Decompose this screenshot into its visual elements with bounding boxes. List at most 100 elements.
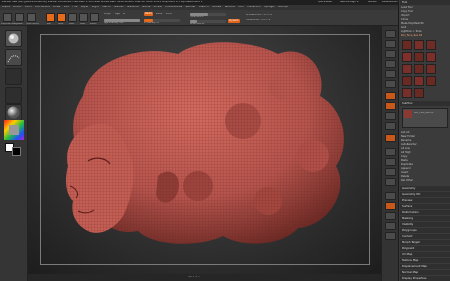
menu-material[interactable]: Material [127, 6, 139, 8]
canvas-viewport[interactable] [28, 26, 381, 274]
menu-stencil[interactable]: Stencil [199, 6, 209, 8]
subtool-section[interactable]: SubTool [400, 101, 450, 106]
edit-button[interactable] [46, 13, 55, 22]
uv-map-section[interactable]: UV Map [400, 252, 450, 257]
menu-tool[interactable]: Tool [238, 6, 244, 8]
geometry-hd-section[interactable]: Geometry HD [400, 192, 450, 197]
solo-button[interactable] [385, 222, 396, 230]
mrgb-toggle[interactable]: Mrgb [104, 13, 113, 16]
bpr-button[interactable] [385, 30, 396, 38]
menu-transform[interactable]: Transform [247, 6, 261, 8]
local-button[interactable] [385, 112, 396, 120]
subtool-list[interactable]: Kiki_Face_Res 48 [402, 108, 448, 128]
contact-section[interactable]: Contact [400, 234, 450, 239]
actual-button[interactable] [385, 70, 396, 78]
quick-sketch-button[interactable] [27, 13, 36, 22]
material-icon[interactable] [5, 104, 22, 121]
texture-icon[interactable] [5, 87, 22, 104]
menu-macro[interactable]: Macro [102, 6, 111, 8]
draw-button[interactable] [57, 13, 66, 22]
frame-button[interactable] [385, 148, 396, 156]
deformation-section[interactable]: Deformation [400, 210, 450, 215]
menu-zscript[interactable]: Zscript [278, 6, 288, 8]
menu-layer[interactable]: Layer [81, 6, 89, 8]
move-button[interactable] [68, 13, 77, 22]
menu-color[interactable]: Color [25, 6, 33, 8]
menu-picker[interactable]: Picker [154, 6, 163, 8]
tool-thumb-14[interactable] [414, 88, 424, 98]
aahalf-button[interactable] [385, 80, 396, 88]
displacement-map-section[interactable]: Displacement Map [400, 264, 450, 269]
tool-thumb-6[interactable] [426, 52, 436, 62]
secondary-color-swatch[interactable] [12, 147, 21, 156]
tool-thumb-5[interactable] [414, 52, 424, 62]
tool-palette-header[interactable]: Tool [400, 0, 450, 5]
floor-button[interactable] [385, 102, 396, 110]
menu-items[interactable]: Alpha Brush Color Document Draw Edit File Layer… [2, 6, 398, 9]
rotate-button[interactable] [90, 13, 99, 22]
menu-movie[interactable]: Movie [142, 6, 150, 8]
polyf-button[interactable] [385, 192, 396, 200]
texture-map-section[interactable]: Texture Map [400, 258, 450, 263]
see-through-slider[interactable]: See-through 0 [340, 1, 366, 4]
tool-thumb-10[interactable] [402, 76, 412, 86]
tool-thumb-13[interactable] [402, 88, 412, 98]
tool-thumb-3[interactable] [426, 40, 436, 50]
menu-stroke[interactable]: Stroke [212, 6, 221, 8]
del-other-button[interactable]: Del Other [401, 179, 449, 183]
menu-edit[interactable]: Edit [64, 6, 70, 8]
menu-file[interactable]: File [73, 6, 78, 8]
scale-view-button[interactable] [385, 168, 396, 176]
stroke-icon[interactable] [5, 49, 22, 66]
morph-target-section[interactable]: Morph Target [400, 240, 450, 245]
scroll-button[interactable] [385, 50, 396, 58]
tool-thumb-1[interactable] [402, 40, 412, 50]
rgb-toggle[interactable]: Rgb [115, 13, 122, 16]
tool-thumb-8[interactable] [414, 64, 424, 74]
tool-thumb-9[interactable] [426, 64, 436, 74]
menu-draw[interactable]: Draw [53, 6, 60, 8]
ghost-button[interactable] [385, 212, 396, 220]
preview-section[interactable]: Preview [400, 198, 450, 203]
menu-preferences[interactable]: Preferences [166, 6, 183, 8]
zadd-toggle[interactable]: Zadd [144, 12, 153, 16]
lsym-button[interactable] [385, 122, 396, 130]
visibility-section[interactable]: Visibility [400, 222, 450, 227]
persp-button[interactable] [385, 92, 396, 100]
quicksave-button[interactable]: QuickSave [318, 1, 338, 4]
menus-button[interactable]: Menus [368, 1, 380, 4]
menu-render[interactable]: Render [186, 6, 196, 8]
tool-thumb-7[interactable] [402, 64, 412, 74]
polypaint-section[interactable]: Polypaint [400, 246, 450, 251]
menu-alpha[interactable]: Alpha [2, 6, 10, 8]
lightbox-button[interactable] [15, 13, 24, 22]
menu-document[interactable]: Document [35, 6, 50, 8]
transp-button[interactable] [385, 202, 396, 210]
alpha-icon[interactable] [5, 68, 22, 85]
spix-button[interactable] [385, 40, 396, 48]
tool-thumb-4[interactable] [402, 52, 412, 62]
normal-map-section[interactable]: Normal Map [400, 270, 450, 275]
move-view-button[interactable] [385, 158, 396, 166]
menu-light[interactable]: Light [92, 6, 99, 8]
xyz-button[interactable] [385, 134, 396, 142]
tool-thumb-12[interactable] [426, 76, 436, 86]
menu-zplugin[interactable]: Zplugin [264, 6, 275, 8]
polygroups-section[interactable]: Polygroups [400, 228, 450, 233]
geometry-section[interactable]: Geometry [400, 186, 450, 191]
xpose-button[interactable] [385, 232, 396, 240]
brush-icon[interactable] [5, 30, 22, 47]
menu-texture[interactable]: Texture [224, 6, 235, 8]
masking-section[interactable]: Masking [400, 216, 450, 221]
zcut-toggle[interactable]: Zcut [166, 13, 175, 16]
zsub-toggle[interactable]: Zsub [156, 13, 165, 16]
tool-thumb-11[interactable] [414, 76, 424, 86]
scale-button[interactable] [79, 13, 88, 22]
projection-master-button[interactable] [3, 13, 12, 22]
dynamic-toggle[interactable]: Dynamic [228, 19, 240, 23]
tool-thumb-2[interactable] [414, 40, 424, 50]
menu-marker[interactable]: Marker [114, 6, 124, 8]
menu-brush[interactable]: Brush [13, 6, 21, 8]
m-toggle[interactable]: M [123, 13, 127, 16]
surface-section[interactable]: Surface [400, 204, 450, 209]
